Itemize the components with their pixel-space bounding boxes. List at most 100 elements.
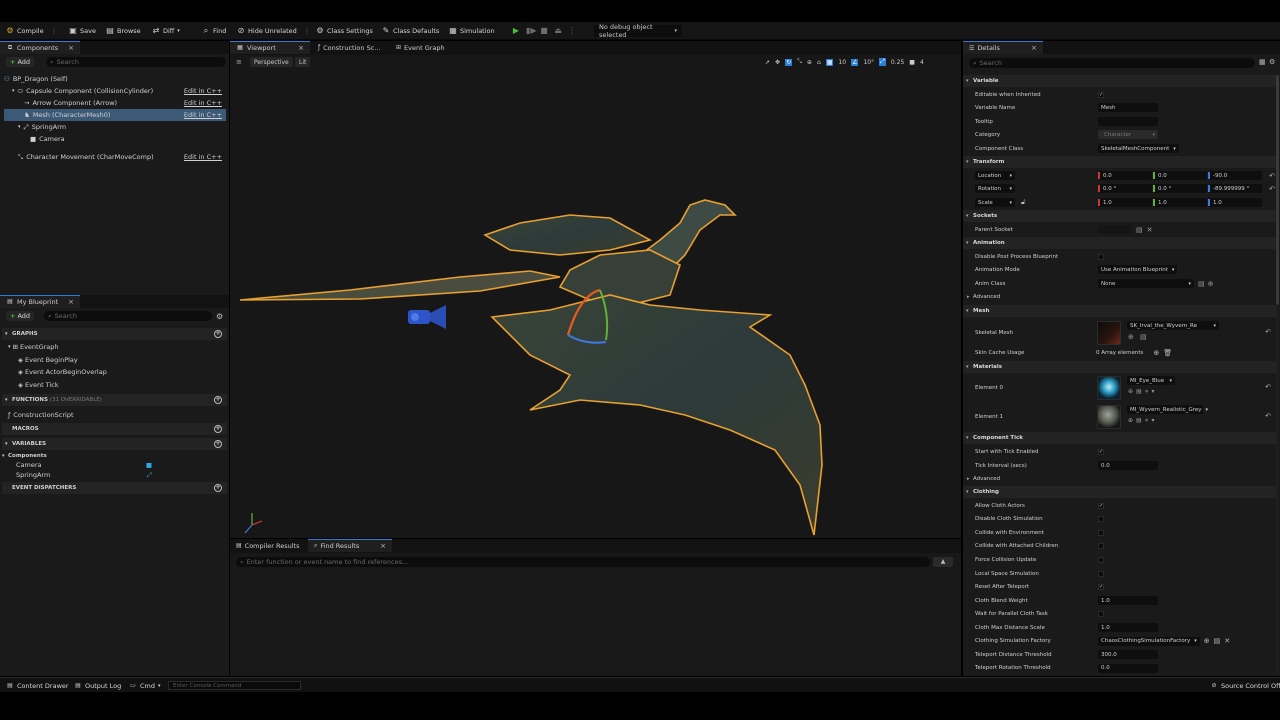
scale-y-input[interactable]: 1.0 [1153, 198, 1207, 208]
scale-z-input[interactable]: 1.0 [1208, 198, 1262, 208]
tree-item-springarm[interactable]: ▾ ⤢ SpringArm [4, 121, 226, 133]
tree-item-arrow[interactable]: → Arrow Component (Arrow) Edit in C++ [4, 97, 226, 109]
clothing-checkbox[interactable]: ✓ [1098, 502, 1104, 509]
edit-in-cpp-link[interactable]: Edit in C++ [184, 153, 222, 161]
use-selected-icon[interactable]: ⊕ [1204, 637, 1210, 645]
editable-checkbox[interactable]: ✓ [1098, 91, 1104, 98]
animation-mode-combo[interactable]: Use Animation Blueprint ▾ [1098, 265, 1178, 275]
skip-icon[interactable]: ▮▶ [526, 27, 537, 35]
clothing-value-input[interactable]: 1.0 [1098, 623, 1158, 633]
tab-compiler-results[interactable]: ▤ Compiler Results [230, 539, 305, 552]
clear-icon[interactable]: ✕ [1147, 226, 1153, 234]
details-scrollbar[interactable] [1276, 75, 1279, 675]
expand-icon[interactable]: ▾ [18, 124, 21, 130]
simulation-button[interactable]: ▦ Simulation [449, 22, 494, 40]
compile-button[interactable]: ⚙ Compile ⋮ [6, 22, 57, 40]
tick-interval-input[interactable]: 0.0 [1098, 461, 1158, 471]
parent-socket-input[interactable] [1098, 225, 1132, 235]
clothing-checkbox[interactable] [1098, 516, 1104, 523]
location-x-input[interactable]: 0.0 [1098, 171, 1152, 181]
material-1-thumbnail[interactable] [1097, 405, 1121, 429]
material-0-combo[interactable]: MI_Eye_Blue ▾ [1127, 376, 1175, 385]
category-combo[interactable]: Character ▾ [1098, 130, 1158, 140]
skeletal-mesh-combo[interactable]: SK_Irval_the_Wyvern_Re ▾ [1127, 321, 1219, 330]
close-icon[interactable]: × [380, 542, 386, 550]
close-icon[interactable]: × [68, 44, 74, 52]
add-dispatcher-icon[interactable]: + [214, 484, 222, 492]
tree-item-self[interactable]: ⚇ BP_Dragon (Self) [4, 73, 226, 85]
trash-icon[interactable]: 🗑︎ [1163, 349, 1172, 357]
material-1-actions-icon[interactable]: ⊕▤⋄▾ [1128, 417, 1157, 424]
find-references-input[interactable]: ⌕ Enter function or event name to find r… [236, 557, 930, 567]
clothing-checkbox[interactable]: ✓ [1098, 584, 1104, 591]
lock-icon[interactable]: 🔓︎ [1021, 198, 1026, 207]
hide-unrelated-button[interactable]: ⊘ Hide Unrelated ⋮ [237, 22, 311, 40]
variable-item-springarm[interactable]: SpringArm ⤢ [16, 469, 152, 481]
reset-icon[interactable]: ↶ [1269, 172, 1275, 180]
material-0-actions-icon[interactable]: ⊕▤⋄▾ [1128, 388, 1157, 395]
components-search-input[interactable]: ⌕ Search [46, 57, 226, 67]
hide-unrelated-options-icon[interactable]: ⋮ [304, 27, 311, 35]
rotation-z-input[interactable]: -89.999999 ° [1208, 184, 1262, 194]
eject-icon[interactable]: ⏏ [554, 27, 562, 35]
blueprint-search-input[interactable]: ⌕ Search [44, 311, 212, 321]
variables-header[interactable]: ▾ VARIABLES + [2, 438, 227, 450]
tree-item-charmove[interactable]: ⤡ Character Movement (CharMoveComp) Edit… [4, 151, 226, 163]
tab-find-results[interactable]: ⌕ Find Results × [308, 539, 392, 552]
gear-icon[interactable]: ⚙ [1269, 58, 1275, 66]
rotation-y-input[interactable]: 0.0 ° [1153, 184, 1207, 194]
construction-script-item[interactable]: ƒ ConstructionScript [8, 409, 74, 421]
cmd-select[interactable]: ▭ Cmd ▾ [129, 678, 160, 693]
tab-construction-script[interactable]: ƒ Construction Sc... [312, 41, 386, 54]
event-dispatchers-header[interactable]: EVENT DISPATCHERS + [2, 482, 227, 494]
tab-viewport[interactable]: ▦ Viewport × [230, 41, 310, 54]
location-y-input[interactable]: 0.0 [1153, 171, 1207, 181]
section-sockets[interactable]: ▾ Sockets [963, 210, 1279, 222]
stop-icon[interactable]: ■ [540, 27, 548, 35]
rotation-mode-combo[interactable]: Rotation ▾ [975, 184, 1015, 194]
browse-button[interactable]: ▤ Browse [106, 22, 140, 40]
event-item-overlap[interactable]: ◈ Event ActorBeginOverlap [18, 366, 107, 378]
macros-header[interactable]: MACROS + [2, 423, 227, 435]
compile-options-icon[interactable]: ⋮ [51, 27, 58, 35]
browse-icon[interactable]: ▤ [1198, 280, 1205, 288]
scale-x-input[interactable]: 1.0 [1098, 198, 1152, 208]
location-mode-combo[interactable]: Location ▾ [975, 171, 1015, 181]
clothing-checkbox[interactable] [1098, 556, 1104, 563]
play-options-icon[interactable]: ⋮ [568, 27, 576, 35]
section-clothing[interactable]: ▾ Clothing [963, 486, 1279, 498]
gear-icon[interactable]: ⚙ [216, 312, 223, 321]
edit-in-cpp-link[interactable]: Edit in C++ [184, 99, 222, 107]
tab-my-blueprint[interactable]: ▤ My Blueprint × [0, 295, 80, 308]
tick-advanced[interactable]: ▸ Advanced [963, 473, 1279, 485]
anim-class-combo[interactable]: None ▾ [1098, 279, 1194, 289]
tab-event-graph[interactable]: ⊞ Event Graph [390, 41, 451, 54]
debug-object-select[interactable]: No debug object selected ▾ [594, 23, 682, 39]
browse-icon[interactable]: ▤ [1214, 637, 1221, 645]
tree-item-mesh[interactable]: ♞ Mesh (CharacterMesh0) Edit in C++ [4, 109, 226, 121]
console-input[interactable]: Enter Console Command [168, 681, 301, 690]
viewport-3d[interactable]: ≡ Perspective Lit ➚ ✥ ↻ ⤡ ⊕ ⌂ ▦ 10 ∠ 10°… [230, 55, 961, 538]
output-log-button[interactable]: ▤ Output Log [74, 678, 121, 693]
skeletal-mesh-thumbnail[interactable] [1097, 321, 1121, 345]
material-0-thumbnail[interactable] [1097, 376, 1121, 400]
event-graph-item[interactable]: ▾ ⊞ EventGraph [4, 341, 59, 353]
reset-icon[interactable]: ↶ [1265, 328, 1271, 336]
section-variable[interactable]: ▾ Variable [963, 75, 1279, 87]
use-selected-icon[interactable]: ⊕ [1128, 333, 1134, 341]
add-component-button[interactable]: + Add [6, 57, 35, 67]
find-button[interactable]: ⌕ Find [202, 22, 227, 40]
content-drawer-button[interactable]: ▤ Content Drawer [6, 678, 68, 693]
close-icon[interactable]: × [68, 298, 74, 306]
add-member-button[interactable]: + Add [6, 311, 35, 321]
variable-name-input[interactable]: Mesh [1098, 103, 1158, 113]
add-element-icon[interactable]: ⊕ [1153, 349, 1159, 357]
details-search-input[interactable]: ⌕ Search [969, 58, 1255, 68]
clothing-value-input[interactable]: 0.0 [1098, 663, 1158, 673]
close-icon[interactable]: × [1031, 44, 1037, 52]
tab-components[interactable]: ⧉ Components × [0, 41, 80, 54]
start-tick-checkbox[interactable]: ✓ [1098, 448, 1104, 455]
graphs-header[interactable]: ▾ GRAPHS + [2, 328, 227, 340]
section-materials[interactable]: ▾ Materials [963, 361, 1279, 373]
functions-header[interactable]: ▾ FUNCTIONS (31 OVERRIDABLE) + [2, 394, 227, 406]
